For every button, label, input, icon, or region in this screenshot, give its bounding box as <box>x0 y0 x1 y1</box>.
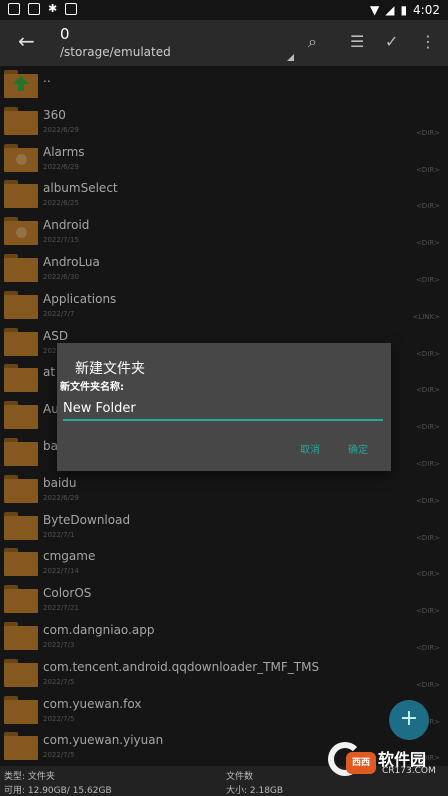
path-dropdown-icon[interactable] <box>287 54 294 61</box>
plus-icon: + <box>399 706 419 731</box>
status-right-icons: ▼ ◢ ▮ 4:02 <box>370 3 440 17</box>
notification-icon <box>8 2 20 15</box>
battery-icon: ▮ <box>400 3 408 17</box>
info-count: 文件数 <box>226 772 254 782</box>
search-icon[interactable]: ⌕ <box>308 32 317 52</box>
info-type: 类型: 文件夹 <box>4 772 55 782</box>
watermark-sub: CR173.COM <box>382 766 436 776</box>
watermark-logo: 西西 软件园 CR173.COM <box>320 742 448 782</box>
cancel-button[interactable]: 取消 <box>300 441 320 456</box>
list-view-icon[interactable]: ☰ <box>350 32 364 51</box>
multi-select-icon[interactable]: ✓ <box>385 32 398 51</box>
new-folder-dialog: 新建文件夹 新文件夹名称: 取消 确定 <box>57 343 391 471</box>
bug-icon: ✱ <box>48 2 58 15</box>
add-fab-button[interactable]: + <box>389 700 429 740</box>
folder-name-label: 新文件夹名称: <box>60 382 124 393</box>
image-icon <box>28 2 40 15</box>
current-path[interactable]: /storage/emulated <box>60 45 171 59</box>
wifi-icon: ▼ <box>369 3 380 17</box>
folder-name-input[interactable] <box>63 397 383 421</box>
info-free-space: 可用: 12.90GB/ 15.62GB <box>4 786 112 796</box>
ok-button[interactable]: 确定 <box>348 441 368 456</box>
watermark-badge: 西西 <box>346 752 376 774</box>
dialog-title: 新建文件夹 <box>75 361 145 377</box>
status-left-icons: ✱ <box>8 2 78 15</box>
back-arrow-icon[interactable]: ← <box>18 29 35 53</box>
status-time: 4:02 <box>413 3 440 17</box>
toolbar: ← 0 /storage/emulated ⌕ ☰ ✓ ⋮ <box>0 20 448 66</box>
signal-icon: ◢ <box>385 3 395 17</box>
info-size: 大小: 2.18GB <box>226 786 284 796</box>
app-icon <box>65 2 78 15</box>
status-bar: ✱ ▼ ◢ ▮ 4:02 <box>0 0 448 20</box>
toolbar-title: 0 <box>60 25 70 43</box>
more-options-icon[interactable]: ⋮ <box>420 32 436 51</box>
